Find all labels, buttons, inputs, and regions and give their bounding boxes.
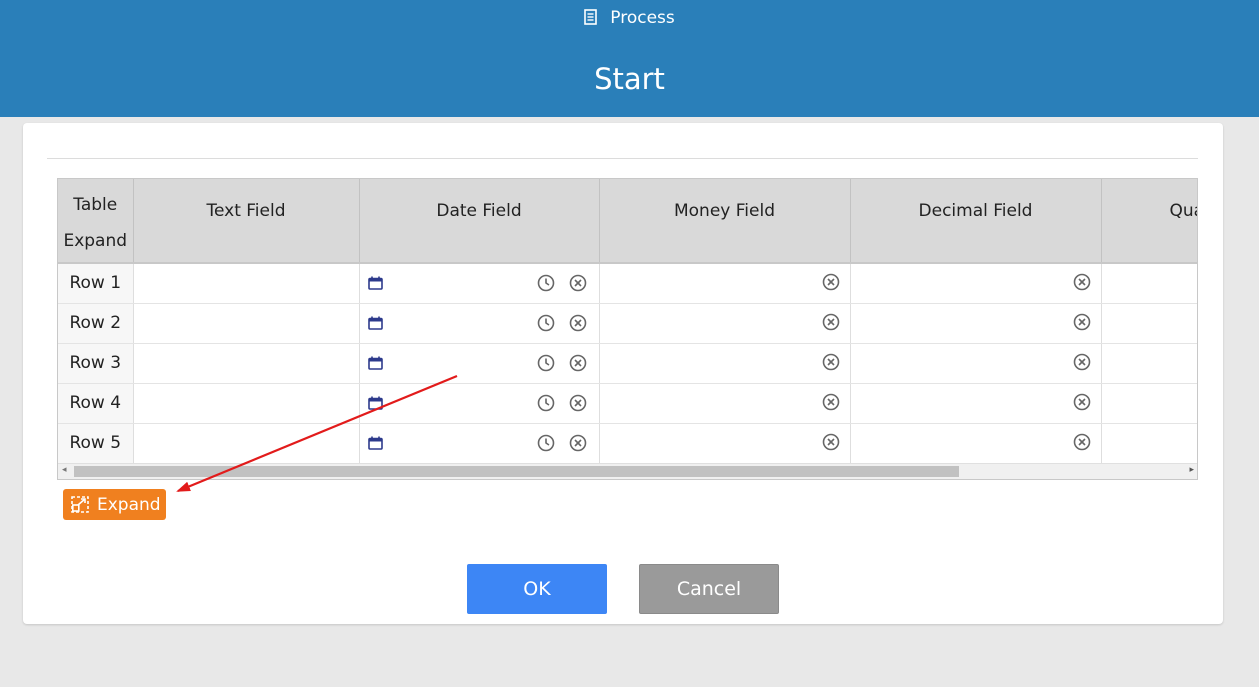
table-row: Row 1 — [58, 263, 1197, 304]
header: Process Start — [0, 0, 1259, 117]
data-table: Table Expand Text Field Date Field Money… — [58, 179, 1197, 464]
date-field-cell[interactable] — [359, 423, 600, 464]
calendar-icon[interactable] — [367, 395, 383, 415]
row-label: Row 4 — [58, 383, 134, 424]
process-label-row: Process — [0, 8, 1259, 30]
clock-icon[interactable] — [537, 434, 555, 457]
decimal-field-cell[interactable] — [850, 343, 1102, 384]
divider — [47, 158, 1198, 159]
column-header-date-field: Date Field — [359, 179, 600, 264]
process-label: Process — [610, 8, 675, 28]
column-header-decimal-field: Decimal Field — [850, 179, 1102, 264]
clock-icon[interactable] — [537, 274, 555, 297]
calendar-icon[interactable] — [367, 275, 383, 295]
clear-icon[interactable] — [1073, 353, 1091, 376]
quantity-field-cell[interactable] — [1101, 383, 1197, 424]
table-row: Row 4 — [58, 383, 1197, 424]
clear-icon[interactable] — [1073, 313, 1091, 336]
clear-icon[interactable] — [822, 313, 840, 336]
clear-icon[interactable] — [569, 274, 587, 297]
text-field-cell[interactable] — [133, 343, 360, 384]
row-label: Row 1 — [58, 263, 134, 304]
clear-icon[interactable] — [1073, 273, 1091, 296]
data-table-container: Table Expand Text Field Date Field Money… — [57, 178, 1198, 480]
scroll-left-icon[interactable]: ◂ — [62, 465, 67, 475]
calendar-icon[interactable] — [367, 315, 383, 335]
date-field-cell[interactable] — [359, 303, 600, 344]
text-field-cell[interactable] — [133, 303, 360, 344]
date-field-cell[interactable] — [359, 343, 600, 384]
clear-icon[interactable] — [822, 273, 840, 296]
clock-icon[interactable] — [537, 354, 555, 377]
table-header-row: Table Expand Text Field Date Field Money… — [58, 179, 1197, 264]
form-card: Table Expand Text Field Date Field Money… — [23, 123, 1223, 624]
money-field-cell[interactable] — [599, 343, 851, 384]
horizontal-scrollbar[interactable]: ◂ ▸ — [58, 463, 1197, 479]
expand-button-label: Expand — [97, 494, 161, 515]
calendar-icon[interactable] — [367, 435, 383, 455]
table-row: Row 3 — [58, 343, 1197, 384]
money-field-cell[interactable] — [599, 303, 851, 344]
clear-icon[interactable] — [822, 433, 840, 456]
quantity-field-cell[interactable] — [1101, 263, 1197, 304]
table-row: Row 5 — [58, 423, 1197, 464]
clear-icon[interactable] — [822, 353, 840, 376]
quantity-field-cell[interactable] — [1101, 303, 1197, 344]
cancel-button[interactable]: Cancel — [639, 564, 779, 614]
expand-button[interactable]: Expand — [63, 489, 166, 520]
scrollbar-thumb[interactable] — [74, 466, 959, 477]
date-field-cell[interactable] — [359, 383, 600, 424]
row-label: Row 5 — [58, 423, 134, 464]
calendar-icon[interactable] — [367, 355, 383, 375]
quantity-field-cell[interactable] — [1101, 423, 1197, 464]
column-header-money-field: Money Field — [599, 179, 851, 264]
row-label: Row 3 — [58, 343, 134, 384]
clear-icon[interactable] — [822, 393, 840, 416]
clear-icon[interactable] — [1073, 393, 1091, 416]
scroll-right-icon[interactable]: ▸ — [1189, 465, 1194, 475]
clear-icon[interactable] — [569, 434, 587, 457]
decimal-field-cell[interactable] — [850, 423, 1102, 464]
text-field-cell[interactable] — [133, 383, 360, 424]
money-field-cell[interactable] — [599, 383, 851, 424]
clear-icon[interactable] — [569, 314, 587, 337]
money-field-cell[interactable] — [599, 423, 851, 464]
table-row: Row 2 — [58, 303, 1197, 344]
date-field-cell[interactable] — [359, 263, 600, 304]
document-icon — [584, 9, 598, 30]
expand-icon — [71, 495, 89, 513]
row-label: Row 2 — [58, 303, 134, 344]
decimal-field-cell[interactable] — [850, 303, 1102, 344]
column-header-quantity: Qua — [1101, 179, 1197, 264]
column-header-text-field: Text Field — [133, 179, 360, 264]
page-title: Start — [594, 62, 665, 96]
clock-icon[interactable] — [537, 314, 555, 337]
decimal-field-cell[interactable] — [850, 263, 1102, 304]
clear-icon[interactable] — [569, 394, 587, 417]
clock-icon[interactable] — [537, 394, 555, 417]
text-field-cell[interactable] — [133, 423, 360, 464]
decimal-field-cell[interactable] — [850, 383, 1102, 424]
money-field-cell[interactable] — [599, 263, 851, 304]
column-header-table-expand: Table Expand — [58, 179, 134, 264]
quantity-field-cell[interactable] — [1101, 343, 1197, 384]
text-field-cell[interactable] — [133, 263, 360, 304]
clear-icon[interactable] — [1073, 433, 1091, 456]
clear-icon[interactable] — [569, 354, 587, 377]
ok-button[interactable]: OK — [467, 564, 607, 614]
